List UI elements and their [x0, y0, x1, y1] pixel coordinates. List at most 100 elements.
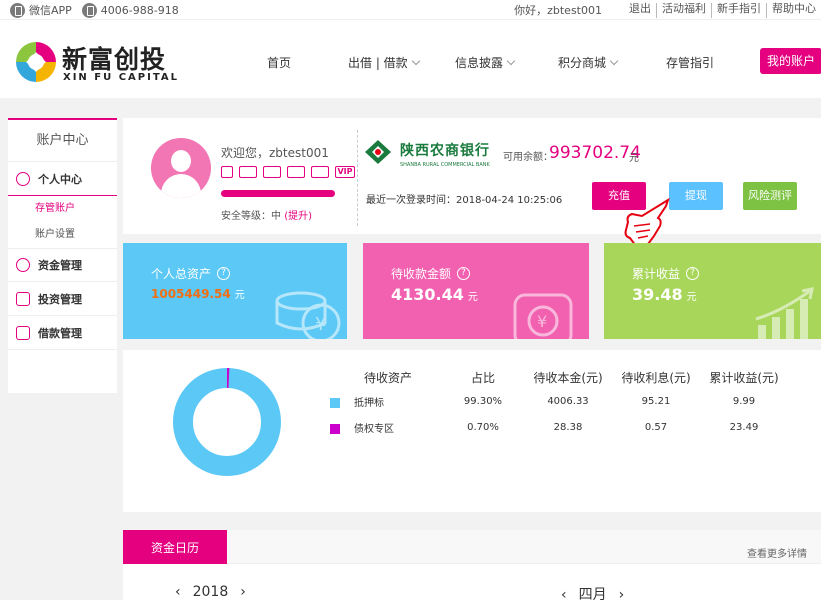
table-row: 债权专区 0.70% 28.38 0.57 23.49 [328, 414, 794, 440]
phone-verified-icon[interactable] [221, 166, 233, 178]
user-info-panel: 欢迎您，zbtest001 VIP 安全等级：中 (提升) 陕西农商银行 SHA… [123, 118, 821, 234]
id-verified-icon[interactable] [239, 166, 257, 178]
last-login-time: 最近一次登录时间：2018-04-24 10:25:06 [366, 195, 563, 206]
asset-distribution-donut [173, 368, 281, 476]
legend-swatch [330, 423, 340, 434]
video-verified-icon[interactable] [311, 166, 329, 178]
month-selector: ‹ 四月 › [549, 584, 636, 600]
welcome-text: 欢迎您，zbtest001 [221, 146, 329, 160]
prev-month-icon[interactable]: ‹ [561, 587, 567, 600]
nav-lend-borrow[interactable]: 出借 | 借款 [348, 54, 420, 71]
pending-receivable-card: 待收款金额? 4130.44 元 ¥ [363, 243, 589, 339]
bank-logo-icon [365, 140, 391, 164]
accumulated-earnings-label: 累计收益 [632, 267, 681, 281]
pending-receivable-label: 待收款金额 [391, 267, 452, 281]
earnings-cell: 23.49 [729, 421, 759, 433]
newbie-guide-link[interactable]: 新手指引 [711, 3, 766, 18]
col-header: 占比 [470, 370, 495, 385]
col-header: 待收本金(元) [533, 370, 603, 385]
nav-points-mall[interactable]: 积分商城 [558, 54, 619, 71]
phone-icon [81, 2, 97, 18]
vip-badge[interactable]: VIP [335, 166, 355, 178]
user-icon [16, 171, 30, 186]
growth-chart-icon [755, 287, 814, 339]
col-header: 待收资产 [363, 370, 412, 385]
nav-home[interactable]: 首页 [267, 54, 291, 71]
prev-year-icon[interactable]: ‹ [175, 584, 181, 600]
asset-name: 抵押标 [354, 397, 384, 409]
sidebar-item-personal-center[interactable]: 个人中心 [8, 162, 117, 196]
nav-custody-guide[interactable]: 存管指引 [666, 54, 714, 71]
security-level-bar [221, 190, 335, 197]
logout-link[interactable]: 退出 [624, 3, 656, 18]
table-row: 抵押标 99.30% 4006.33 95.21 9.99 [328, 388, 794, 414]
withdraw-button[interactable]: 提现 [669, 182, 723, 210]
interest-cell: 0.57 [644, 421, 668, 433]
help-icon[interactable]: ? [457, 267, 471, 280]
investment-icon [16, 291, 30, 306]
balance-label: 可用余额： [503, 152, 553, 163]
table-header-row: 待收资产 占比 待收本金(元) 待收利息(元) 累计收益(元) [328, 366, 794, 388]
more-details-link[interactable]: 查看更多详情 [747, 545, 807, 560]
sidebar-item-loan-management[interactable]: 借款管理 [8, 316, 117, 350]
asset-name: 债权专区 [354, 423, 394, 435]
svg-text:¥: ¥ [537, 312, 547, 331]
avatar[interactable] [151, 138, 211, 198]
asset-distribution-panel: 待收资产 占比 待收本金(元) 待收利息(元) 累计收益(元) 抵押标 99.3… [123, 350, 821, 512]
sidebar-title: 账户中心 [8, 120, 117, 162]
tab-fund-calendar[interactable]: 资金日历 [123, 530, 227, 564]
nav-disclosure[interactable]: 信息披露 [455, 54, 516, 71]
calendar-money-icon: ¥ [513, 293, 573, 339]
risk-assessment-button[interactable]: 风险测评 [743, 182, 797, 210]
yen-icon [16, 258, 30, 272]
help-center-link[interactable]: 帮助中心 [766, 3, 821, 18]
earnings-cell: 9.99 [732, 395, 756, 407]
mobile-icon [10, 2, 25, 18]
ratio-cell: 99.30% [463, 395, 503, 407]
header: 新富创投 XIN FU CAPITAL 首页 出借 | 借款 信息披露 积分商城… [0, 20, 821, 98]
wechat-app-link[interactable]: 微信APP [29, 2, 72, 18]
ratio-cell: 0.70% [467, 421, 499, 433]
year-selector: ‹ 2018 › [163, 584, 258, 600]
accumulated-earnings-card: 累计收益? 39.48 元 [604, 243, 821, 339]
brand-logo-icon[interactable] [14, 40, 58, 84]
password-icon[interactable] [263, 166, 281, 178]
next-year-icon[interactable]: › [240, 584, 246, 600]
top-bar: 微信APP 4006-988-918 你好，zbtest001 退出 活动福利 … [0, 0, 821, 20]
legend-swatch [330, 397, 340, 408]
brand-name-en: XIN FU CAPITAL [63, 72, 179, 83]
next-month-icon[interactable]: › [619, 587, 625, 600]
sidebar-item-fund-management[interactable]: 资金管理 [8, 248, 117, 282]
my-account-button[interactable]: 我的账户 [760, 48, 821, 74]
bank-name: 陕西农商银行 [400, 143, 490, 159]
upgrade-security-link[interactable]: (提升) [284, 211, 312, 222]
hotline-number: 4006-988-918 [100, 3, 179, 17]
calendar-header: 资金日历 查看更多详情 [123, 530, 821, 564]
col-header: 累计收益(元) [709, 370, 779, 385]
bank-card-icon[interactable] [287, 166, 305, 178]
sidebar-item-account-settings[interactable]: 账户设置 [8, 222, 117, 248]
total-assets-card: 个人总资产? 1005449.54 元 ¥ [123, 243, 347, 339]
pending-receivable-value: 4130.44 [391, 285, 464, 304]
wallet-icon [16, 325, 30, 340]
sidebar-item-custody-account[interactable]: 存管账户 [8, 196, 117, 222]
month-value: 四月 [578, 587, 607, 600]
help-icon[interactable]: ? [686, 267, 700, 280]
interest-cell: 95.21 [641, 395, 671, 407]
verification-badges: VIP [221, 166, 361, 178]
principal-cell: 4006.33 [547, 395, 589, 407]
activity-link[interactable]: 活动福利 [656, 3, 711, 18]
chevron-down-icon [411, 56, 420, 66]
user-greeting: 你好，zbtest001 [514, 4, 602, 17]
security-level: 安全等级：中 (提升) [221, 211, 312, 222]
help-icon[interactable]: ? [217, 267, 231, 280]
coins-icon: ¥ [275, 291, 341, 339]
accumulated-earnings-value: 39.48 [632, 285, 683, 304]
total-assets-label: 个人总资产 [151, 267, 212, 281]
asset-distribution-table: 待收资产 占比 待收本金(元) 待收利息(元) 累计收益(元) 抵押标 99.3… [328, 366, 794, 440]
year-value: 2018 [192, 584, 229, 600]
sidebar-item-investment-management[interactable]: 投资管理 [8, 282, 117, 316]
chevron-down-icon [506, 56, 516, 66]
brand-name: 新富创投 [62, 45, 167, 74]
total-assets-value: 1005449.54 [151, 287, 231, 301]
